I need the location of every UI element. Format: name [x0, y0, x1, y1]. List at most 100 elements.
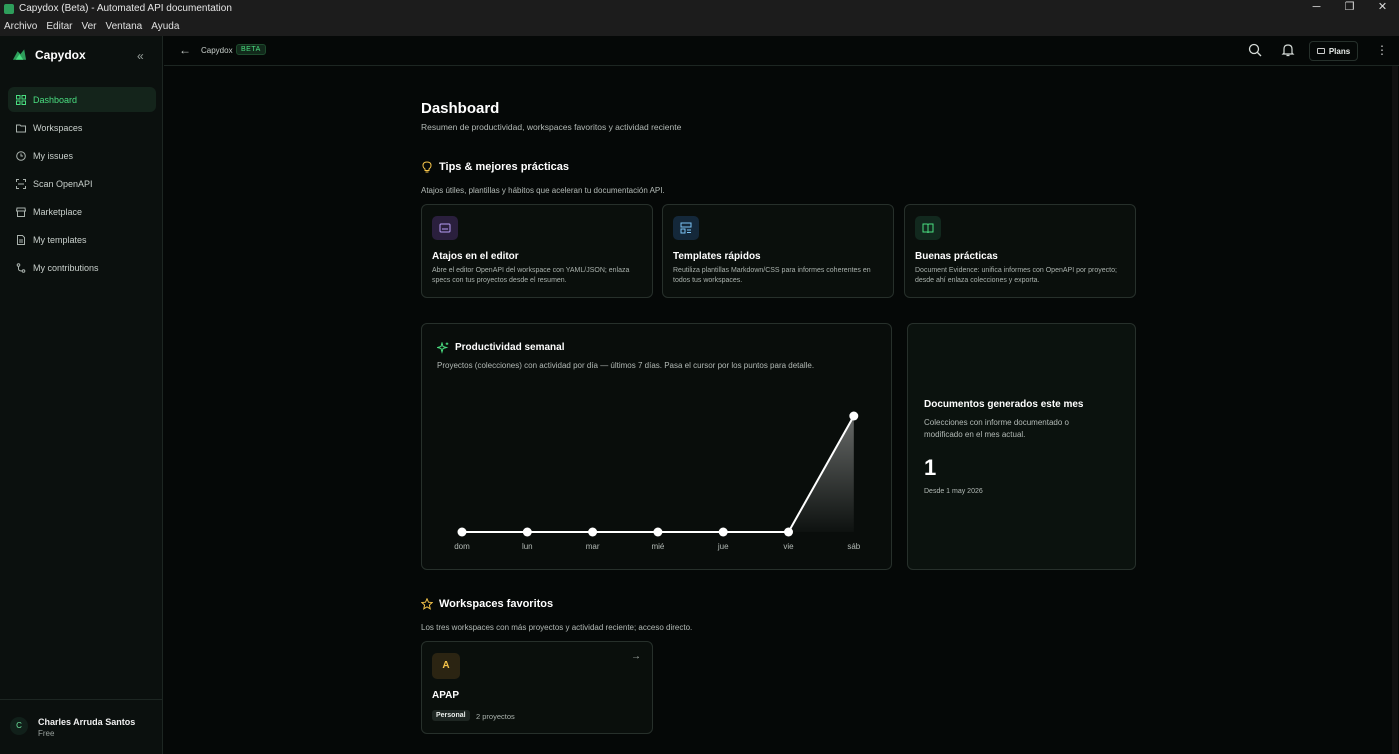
- chart-point-vie[interactable]: [784, 527, 793, 537]
- sidebar-item-workspaces[interactable]: Workspaces: [8, 115, 156, 140]
- sidebar-item-my-templates[interactable]: My templates: [8, 227, 156, 252]
- tips-title: Tips & mejores prácticas: [439, 161, 570, 173]
- file-icon: [17, 234, 25, 245]
- workspace-avatar: A: [432, 653, 460, 679]
- chart-tick-label: mié: [651, 542, 664, 551]
- productivity-card: Productividad semanal Proyectos (colecci…: [421, 323, 892, 570]
- brand[interactable]: Capydox: [12, 48, 86, 62]
- chart-tick-label: vie: [783, 542, 794, 551]
- menu-bar: Archivo Editar Ver Ventana Ayuda: [0, 17, 1399, 36]
- tip-card-templates[interactable]: Templates rápidos Reutiliza plantillas M…: [662, 204, 894, 298]
- sidebar-item-label: My issues: [33, 150, 74, 161]
- documents-count: 1: [924, 455, 937, 480]
- documents-title: Documentos generados este mes: [924, 399, 1084, 410]
- menu-ayuda[interactable]: Ayuda: [151, 21, 179, 32]
- top-header: ← Capydox BETA Plans ⋮: [164, 36, 1399, 66]
- tip-title: Atajos en el editor: [432, 251, 519, 262]
- favorites-heading: Workspaces favoritos: [421, 598, 553, 610]
- chart-point-mié[interactable]: [653, 527, 663, 537]
- close-button[interactable]: ✕: [1366, 0, 1399, 17]
- tips-subtitle: Atajos útiles, plantillas y hábitos que …: [421, 186, 665, 195]
- plans-button[interactable]: Plans: [1309, 41, 1358, 61]
- sidebar-item-label: My templates: [33, 234, 87, 245]
- tip-card-best-practices[interactable]: Buenas prácticas Document Evidence: unif…: [904, 204, 1136, 298]
- app-icon: [4, 3, 14, 14]
- chart-point-dom[interactable]: [457, 527, 467, 537]
- minimize-button[interactable]: ─: [1300, 0, 1333, 17]
- tip-description: Document Evidence: unifica informes con …: [915, 267, 1117, 284]
- keyboard-icon: [432, 216, 458, 240]
- sidebar: Capydox « Dashboard Workspaces My issues…: [0, 36, 163, 754]
- chart-tick-label: sáb: [847, 542, 860, 551]
- scan-icon: [16, 178, 26, 189]
- sidebar-item-my-contributions[interactable]: My contributions: [8, 255, 156, 280]
- branch-icon: [16, 262, 26, 273]
- page-title: Dashboard: [421, 100, 500, 117]
- productivity-chart: dom lun mar mié jue vie sáb: [454, 411, 861, 551]
- back-arrow-icon[interactable]: ←: [179, 43, 191, 57]
- user-name: Charles Arruda Santos: [38, 717, 136, 727]
- window-title: Capydox (Beta) - Automated API documenta…: [19, 3, 232, 14]
- tip-title: Buenas prácticas: [915, 251, 998, 262]
- page-subtitle: Resumen de productividad, workspaces fav…: [421, 122, 682, 132]
- more-options-icon[interactable]: ⋮: [1376, 43, 1388, 57]
- menu-archivo[interactable]: Archivo: [4, 21, 37, 32]
- star-icon: [421, 598, 433, 610]
- chart-tick-label: mar: [586, 542, 600, 551]
- favorites-subtitle: Los tres workspaces con más proyectos y …: [421, 623, 693, 632]
- chart-point-lun[interactable]: [522, 527, 532, 537]
- tip-card-editor[interactable]: Atajos en el editor Abre el editor OpenA…: [421, 204, 653, 298]
- sidebar-nav: Dashboard Workspaces My issues Scan Open…: [8, 87, 156, 283]
- sidebar-item-label: My contributions: [33, 262, 99, 273]
- sidebar-item-label: Scan OpenAPI: [33, 178, 93, 189]
- chart-tick-label: jue: [717, 542, 729, 551]
- tip-description: Abre el editor OpenAPI del workspace con…: [432, 267, 630, 284]
- chart-series-line: [462, 415, 855, 533]
- restore-button[interactable]: ❐: [1333, 0, 1366, 17]
- workspace-projects: 2 proyectos: [476, 712, 515, 721]
- chart-point-sáb[interactable]: [849, 411, 859, 421]
- user-plan: Free: [38, 729, 55, 738]
- store-icon: [16, 207, 26, 217]
- search-icon[interactable]: [1248, 43, 1262, 57]
- documents-card: Documentos generados este mes Coleccione…: [907, 323, 1136, 570]
- layout-icon: [673, 216, 699, 240]
- tips-heading: Tips & mejores prácticas: [421, 161, 569, 173]
- folder-icon: [16, 124, 26, 132]
- window-controls: ─ ❐ ✕: [1300, 0, 1399, 17]
- chart-point-jue[interactable]: [718, 527, 728, 537]
- tip-title: Templates rápidos: [673, 251, 761, 262]
- circle-icon: [16, 150, 26, 161]
- menu-ventana[interactable]: Ventana: [106, 21, 143, 32]
- sidebar-item-label: Workspaces: [33, 122, 83, 133]
- sidebar-item-scan-openapi[interactable]: Scan OpenAPI: [8, 171, 156, 196]
- workspace-card-apap[interactable]: A → APAP Personal 2 proyectos: [421, 641, 653, 734]
- arrow-right-icon[interactable]: →: [631, 651, 641, 662]
- chart-area-fill: [462, 416, 854, 532]
- brand-name: Capydox: [35, 48, 86, 62]
- avatar: C: [10, 717, 28, 735]
- book-icon: [915, 216, 941, 240]
- bell-icon[interactable]: [1281, 43, 1295, 57]
- sidebar-item-my-issues[interactable]: My issues: [8, 143, 156, 168]
- sidebar-item-marketplace[interactable]: Marketplace: [8, 199, 156, 224]
- beta-badge: BETA: [236, 44, 266, 55]
- sidebar-item-label: Dashboard: [33, 94, 78, 105]
- chart-point-mar[interactable]: [588, 527, 598, 537]
- menu-ver[interactable]: Ver: [81, 21, 96, 32]
- tip-description: Reutiliza plantillas Markdown/CSS para i…: [673, 267, 871, 284]
- sidebar-item-label: Marketplace: [33, 206, 83, 217]
- favorites-title: Workspaces favoritos: [439, 598, 554, 610]
- collapse-sidebar-icon[interactable]: «: [137, 49, 144, 63]
- scrollbar[interactable]: [1392, 66, 1398, 754]
- workspace-name: APAP: [432, 690, 460, 701]
- workspace-badge: Personal: [432, 710, 470, 721]
- window-title-bar: Capydox (Beta) - Automated API documenta…: [0, 0, 1399, 17]
- documents-description: Colecciones con informe documentado o mo…: [924, 418, 1069, 439]
- menu-editar[interactable]: Editar: [46, 21, 72, 32]
- chart-tick-label: lun: [522, 542, 533, 551]
- sidebar-item-dashboard[interactable]: Dashboard: [8, 87, 156, 112]
- user-profile[interactable]: C Charles Arruda Santos Free: [0, 699, 162, 754]
- chart-tick-label: dom: [454, 542, 470, 551]
- breadcrumb[interactable]: Capydox: [201, 46, 233, 55]
